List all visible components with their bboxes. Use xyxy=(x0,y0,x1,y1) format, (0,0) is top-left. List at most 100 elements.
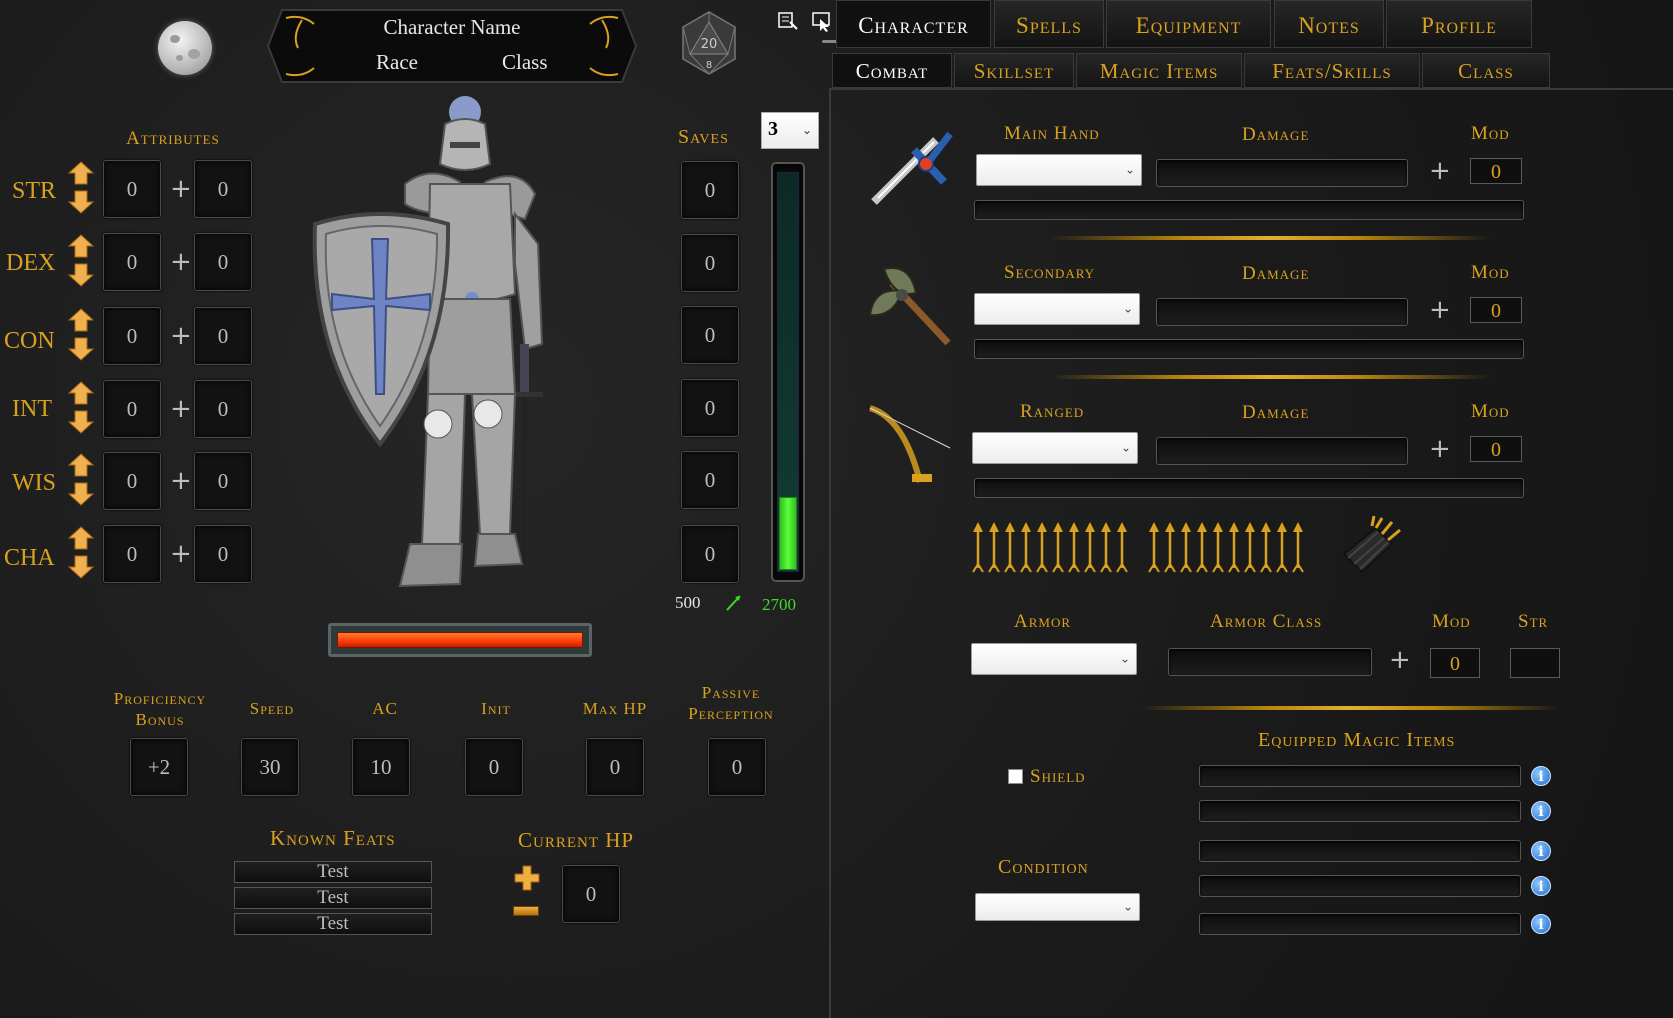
attribute-label-con: CON xyxy=(4,328,55,354)
attribute-bonus-dex[interactable]: 0 xyxy=(194,233,252,291)
attribute-base-wis[interactable]: 0 xyxy=(103,452,161,510)
stat-value-proficiency-bonus[interactable]: +2 xyxy=(130,738,188,796)
save-value[interactable]: 0 xyxy=(681,525,739,583)
known-feat-item[interactable]: Test xyxy=(234,913,432,935)
arrow-up-icon[interactable] xyxy=(67,234,95,258)
chevron-down-icon: ⌄ xyxy=(1122,899,1133,914)
arrow-down-icon[interactable] xyxy=(67,263,95,287)
attribute-base-str[interactable]: 0 xyxy=(103,160,161,218)
armor-class-label: Armor Class xyxy=(1210,611,1323,632)
sub-tab-skillset[interactable]: Skillset xyxy=(954,53,1074,88)
info-icon[interactable]: i xyxy=(1531,876,1551,896)
arrow-up-icon[interactable] xyxy=(67,453,95,477)
armor-class-field[interactable] xyxy=(1168,648,1372,676)
sub-tab-combat[interactable]: Combat xyxy=(832,53,952,88)
magic-item-slot[interactable] xyxy=(1199,800,1521,822)
attribute-label-wis: WIS xyxy=(12,470,56,496)
arrow-up-icon[interactable] xyxy=(67,161,95,185)
arrow-up-icon[interactable] xyxy=(67,526,95,550)
hp-decrease-icon[interactable] xyxy=(513,906,539,916)
right-panel-divider xyxy=(829,88,831,1018)
d20-dice-icon[interactable]: 20 8 xyxy=(680,10,738,76)
arrow-down-icon[interactable] xyxy=(67,482,95,506)
magic-item-slot[interactable] xyxy=(1199,875,1521,897)
attribute-base-con[interactable]: 0 xyxy=(103,307,161,365)
quiver-icon[interactable] xyxy=(1336,514,1404,578)
main-tab-notes[interactable]: Notes xyxy=(1274,0,1384,48)
main-tab-equipment[interactable]: Equipment xyxy=(1106,0,1271,48)
arrow-down-icon[interactable] xyxy=(67,410,95,434)
info-icon[interactable]: i xyxy=(1531,914,1551,934)
shield-checkbox[interactable] xyxy=(1008,769,1023,784)
hp-increase-icon[interactable] xyxy=(513,864,541,892)
svg-text:8: 8 xyxy=(706,60,712,71)
condition-select[interactable]: ⌄ xyxy=(975,893,1140,921)
ranged-damage-field[interactable] xyxy=(1156,437,1408,465)
save-value[interactable]: 0 xyxy=(681,306,739,364)
attribute-bonus-con[interactable]: 0 xyxy=(194,307,252,365)
stat-value-init[interactable]: 0 xyxy=(465,738,523,796)
info-icon[interactable]: i xyxy=(1531,766,1551,786)
arrow-up-icon[interactable] xyxy=(67,308,95,332)
main-hand-select[interactable]: ⌄ xyxy=(976,154,1142,186)
stat-value-ac[interactable]: 10 xyxy=(352,738,410,796)
ranged-select[interactable]: ⌄ xyxy=(972,432,1138,464)
attribute-bonus-int[interactable]: 0 xyxy=(194,380,252,438)
pointer-icon[interactable] xyxy=(812,12,832,32)
save-value[interactable]: 0 xyxy=(681,234,739,292)
attribute-base-dex[interactable]: 0 xyxy=(103,233,161,291)
stat-value-speed[interactable]: 30 xyxy=(241,738,299,796)
known-feat-item[interactable]: Test xyxy=(234,861,432,883)
arrow-ammo-row[interactable] xyxy=(972,520,1312,574)
main-hand-mod-value[interactable]: 0 xyxy=(1470,158,1522,184)
main-hand-damage-field[interactable] xyxy=(1156,159,1408,187)
stat-label-proficiency-bonus: Proficiency Bonus xyxy=(113,689,207,729)
magic-item-slot[interactable] xyxy=(1199,765,1521,787)
arrow-down-icon[interactable] xyxy=(67,555,95,579)
attribute-bonus-str[interactable]: 0 xyxy=(194,160,252,218)
known-feat-item[interactable]: Test xyxy=(234,887,432,909)
sub-tab-class[interactable]: Class xyxy=(1422,53,1550,88)
armor-select[interactable]: ⌄ xyxy=(971,643,1137,675)
magic-item-slot[interactable] xyxy=(1199,913,1521,935)
attribute-bonus-cha[interactable]: 0 xyxy=(194,525,252,583)
stat-value-passive-perception[interactable]: 0 xyxy=(708,738,766,796)
armor-mod-value[interactable]: 0 xyxy=(1430,648,1480,678)
save-value[interactable]: 0 xyxy=(681,161,739,219)
ranged-mod-value[interactable]: 0 xyxy=(1470,436,1522,462)
level-select[interactable]: 3 ⌄ xyxy=(761,112,819,149)
arrow-down-icon[interactable] xyxy=(67,190,95,214)
current-hp-value[interactable]: 0 xyxy=(562,865,620,923)
ranged-notes-field[interactable] xyxy=(974,478,1524,498)
sub-tab-feats-skills[interactable]: Feats/Skills xyxy=(1244,53,1420,88)
main-tab-profile[interactable]: Profile xyxy=(1386,0,1532,48)
edit-icon[interactable] xyxy=(778,12,798,30)
character-name[interactable]: Character Name xyxy=(262,15,642,40)
arrow-up-icon[interactable] xyxy=(67,381,95,405)
main-tab-spells[interactable]: Spells xyxy=(994,0,1104,48)
class-label[interactable]: Class xyxy=(502,50,548,75)
save-value[interactable]: 0 xyxy=(681,451,739,509)
save-value[interactable]: 0 xyxy=(681,379,739,437)
main-hand-notes-field[interactable] xyxy=(974,200,1524,220)
armor-str-field[interactable] xyxy=(1510,648,1560,678)
race-label[interactable]: Race xyxy=(376,50,418,75)
chevron-down-icon: ⌄ xyxy=(1122,301,1133,316)
secondary-notes-field[interactable] xyxy=(974,339,1524,359)
stat-value-max-hp[interactable]: 0 xyxy=(586,738,644,796)
magic-item-slot[interactable] xyxy=(1199,840,1521,862)
main-tab-character[interactable]: Character xyxy=(836,0,991,48)
arrow-down-icon[interactable] xyxy=(67,337,95,361)
attribute-bonus-wis[interactable]: 0 xyxy=(194,452,252,510)
info-icon[interactable]: i xyxy=(1531,801,1551,821)
secondary-damage-field[interactable] xyxy=(1156,298,1408,326)
plus-sign: + xyxy=(170,466,192,496)
plus-sign: + xyxy=(170,247,192,277)
attribute-base-int[interactable]: 0 xyxy=(103,380,161,438)
sub-tab-magic-items[interactable]: Magic Items xyxy=(1076,53,1242,88)
info-icon[interactable]: i xyxy=(1531,841,1551,861)
secondary-mod-value[interactable]: 0 xyxy=(1470,297,1522,323)
health-bar xyxy=(328,623,592,657)
attribute-base-cha[interactable]: 0 xyxy=(103,525,161,583)
secondary-select[interactable]: ⌄ xyxy=(974,293,1140,325)
